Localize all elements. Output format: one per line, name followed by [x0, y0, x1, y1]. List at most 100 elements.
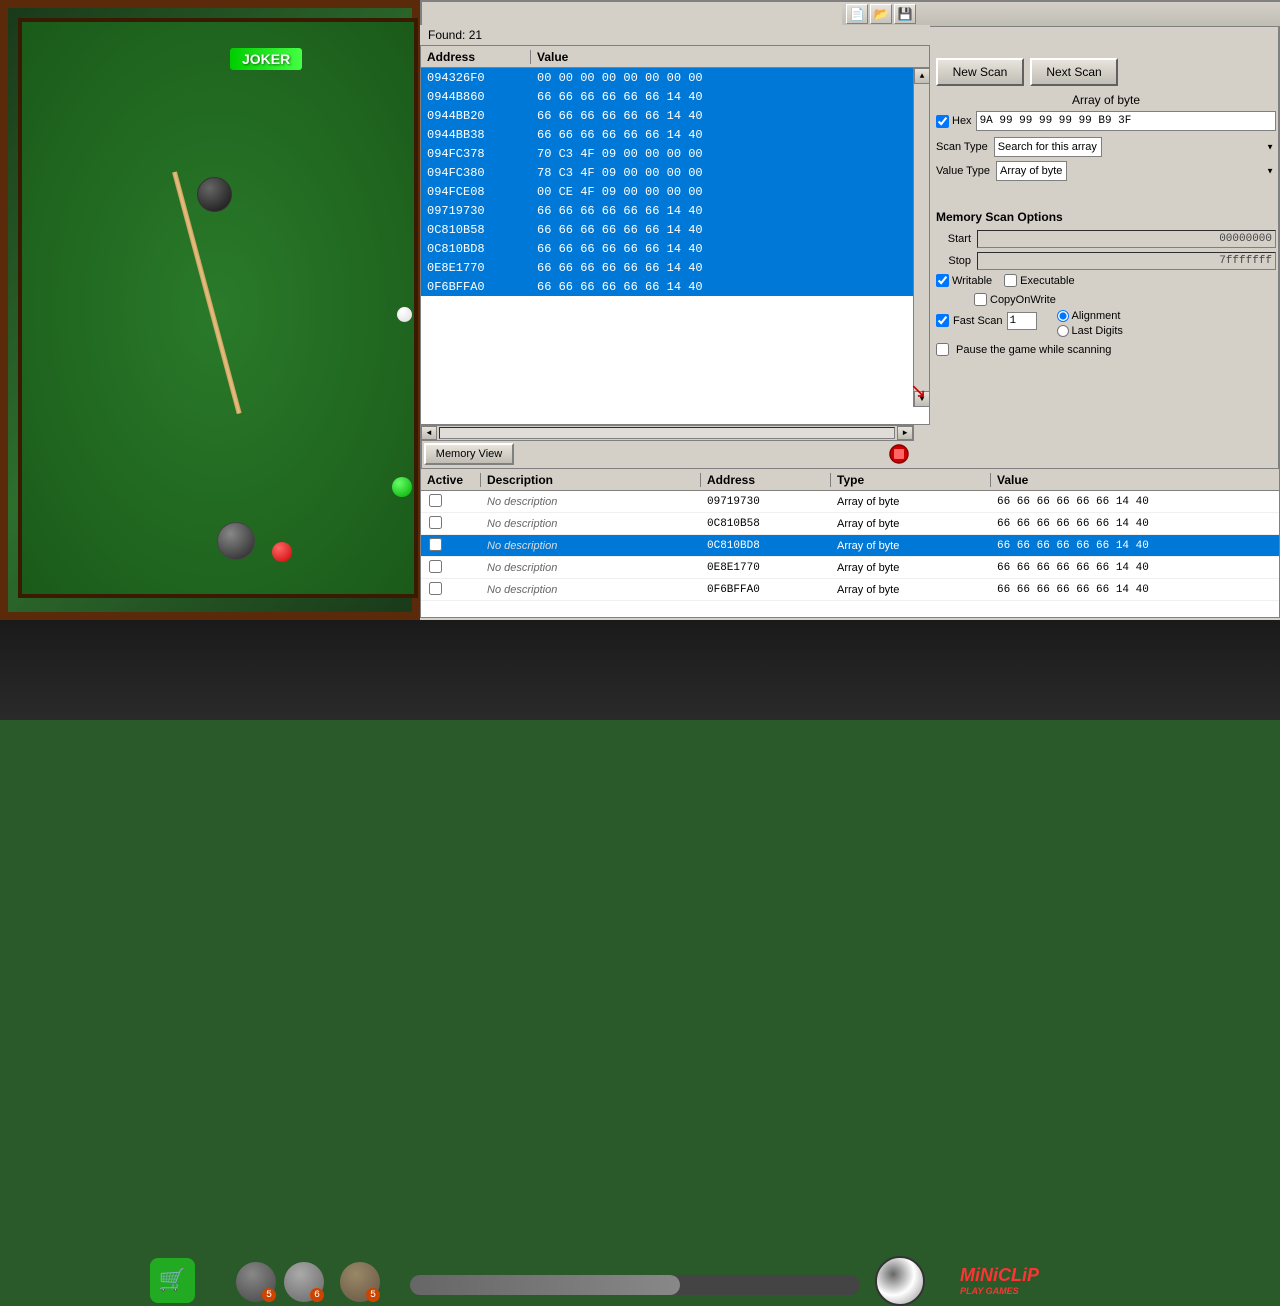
- hex-row: Hex: [936, 111, 1276, 131]
- cell-value: 66 66 66 66 66 66 14 40: [531, 261, 929, 275]
- table-header: Address Value: [421, 46, 929, 68]
- memory-view-button[interactable]: Memory View: [424, 443, 514, 465]
- miniclip-text: MiNiCLiP: [960, 1265, 1039, 1285]
- cell-address: 0944BB38: [421, 128, 531, 142]
- rc-description: No description: [481, 518, 701, 530]
- cell-value: 70 C3 4F 09 00 00 00 00: [531, 147, 929, 161]
- scroll-right-btn[interactable]: ►: [897, 426, 913, 440]
- col-header-address: Address: [421, 50, 531, 64]
- result-row[interactable]: No description 0F6BFFA0 Array of byte 66…: [421, 579, 1279, 601]
- black-ball-2: [217, 522, 255, 560]
- result-row[interactable]: No description 09719730 Array of byte 66…: [421, 491, 1279, 513]
- horiz-scrollbar[interactable]: ◄ ►: [420, 425, 914, 441]
- cell-address: 094FC378: [421, 147, 531, 161]
- table-row[interactable]: 0944BB3866 66 66 66 66 66 14 40: [421, 125, 929, 144]
- tool-count-1: 5: [262, 1288, 276, 1302]
- rc-active: [421, 582, 481, 598]
- cart-icon[interactable]: 🛒: [150, 1258, 195, 1303]
- table-row[interactable]: 094FC38078 C3 4F 09 00 00 00 00: [421, 163, 929, 182]
- result-active-checkbox[interactable]: [429, 582, 442, 595]
- stop-icon[interactable]: [888, 443, 910, 465]
- executable-wrap: Executable: [1004, 274, 1074, 287]
- game-bottom-bar: 🛒 5 6 5 MiNiCLiP PLAY GAMES: [0, 620, 1280, 720]
- table-row[interactable]: 0E8E177066 66 66 66 66 66 14 40: [421, 258, 929, 277]
- table-row[interactable]: 094FC37870 C3 4F 09 00 00 00 00: [421, 144, 929, 163]
- array-byte-section: Array of byte Hex Scan Type Search for t…: [936, 93, 1276, 189]
- copy-on-write-checkbox[interactable]: [974, 293, 987, 306]
- found-bar: Found: 21: [420, 25, 930, 45]
- fast-scan-checkbox[interactable]: [936, 314, 949, 327]
- rc-active: [421, 538, 481, 554]
- fast-scan-input[interactable]: [1007, 312, 1037, 330]
- new-file-btn[interactable]: 📄: [846, 4, 868, 24]
- checkboxes-row: Writable Executable: [936, 274, 1276, 287]
- rc-address: 0C810B58: [701, 518, 831, 530]
- hex-input[interactable]: [976, 111, 1276, 131]
- alignment-label: Alignment: [1072, 310, 1121, 322]
- scroll-thumb[interactable]: [439, 427, 895, 439]
- rc-value: 66 66 66 66 66 66 14 40: [991, 496, 1279, 508]
- writable-checkbox[interactable]: [936, 274, 949, 287]
- tool-icon-3[interactable]: 5: [340, 1262, 380, 1302]
- rc-address: 0F6BFFA0: [701, 584, 831, 596]
- hex-label: Hex: [952, 115, 972, 127]
- copy-on-write-label: CopyOnWrite: [990, 294, 1056, 306]
- result-row[interactable]: No description 0C810BD8 Array of byte 66…: [421, 535, 1279, 557]
- table-row[interactable]: 0F6BFFA066 66 66 66 66 66 14 40: [421, 277, 929, 296]
- rc-description: No description: [481, 562, 701, 574]
- cell-value: 66 66 66 66 66 66 14 40: [531, 280, 929, 294]
- table-row[interactable]: 094326F000 00 00 00 00 00 00 00: [421, 68, 929, 87]
- mem-scan-title: Memory Scan Options: [936, 210, 1276, 224]
- alignment-wrap: Alignment: [1057, 310, 1123, 322]
- writable-wrap: Writable: [936, 274, 992, 287]
- hex-checkbox[interactable]: [936, 115, 949, 128]
- pause-checkbox[interactable]: [936, 343, 949, 356]
- rc-address: 09719730: [701, 496, 831, 508]
- start-input[interactable]: [977, 230, 1276, 248]
- tool-icon-2[interactable]: 6: [284, 1262, 324, 1302]
- result-row[interactable]: No description 0E8E1770 Array of byte 66…: [421, 557, 1279, 579]
- open-file-btn[interactable]: 📂: [870, 4, 892, 24]
- cell-value: 00 CE 4F 09 00 00 00 00: [531, 185, 929, 199]
- next-scan-button[interactable]: Next Scan: [1030, 58, 1118, 86]
- table-row[interactable]: 0971973066 66 66 66 66 66 14 40: [421, 201, 929, 220]
- alignment-radio[interactable]: [1057, 310, 1069, 322]
- table-row[interactable]: 0C810B5866 66 66 66 66 66 14 40: [421, 220, 929, 239]
- last-digits-label: Last Digits: [1072, 325, 1123, 337]
- scan-type-dropdown[interactable]: Search for this array: [994, 137, 1102, 157]
- result-active-checkbox[interactable]: [429, 494, 442, 507]
- result-active-checkbox[interactable]: [429, 538, 442, 551]
- scroll-left-btn[interactable]: ◄: [421, 426, 437, 440]
- rc-active: [421, 560, 481, 576]
- table-row[interactable]: 0944BB2066 66 66 66 66 66 14 40: [421, 106, 929, 125]
- executable-checkbox[interactable]: [1004, 274, 1017, 287]
- tool-icon-1[interactable]: 5: [236, 1262, 276, 1302]
- results-body[interactable]: No description 09719730 Array of byte 66…: [421, 491, 1279, 601]
- toolbar: 📄 📂 💾: [842, 2, 1280, 27]
- cell-value: 66 66 66 66 66 66 14 40: [531, 204, 929, 218]
- rc-address: 0E8E1770: [701, 562, 831, 574]
- table-row[interactable]: 094FCE0800 CE 4F 09 00 00 00 00: [421, 182, 929, 201]
- value-type-dropdown[interactable]: Array of byte: [996, 161, 1067, 181]
- cell-value: 78 C3 4F 09 00 00 00 00: [531, 166, 929, 180]
- table-row[interactable]: 0C810BD866 66 66 66 66 66 14 40: [421, 239, 929, 258]
- cell-value: 00 00 00 00 00 00 00 00: [531, 71, 929, 85]
- result-row[interactable]: No description 0C810B58 Array of byte 66…: [421, 513, 1279, 535]
- result-active-checkbox[interactable]: [429, 560, 442, 573]
- start-row: Start: [936, 230, 1276, 248]
- results-col-value: Value: [991, 473, 1279, 487]
- miniclip-logo: MiNiCLiP PLAY GAMES: [960, 1265, 1039, 1296]
- executable-label: Executable: [1020, 275, 1074, 287]
- result-active-checkbox[interactable]: [429, 516, 442, 529]
- save-btn[interactable]: 💾: [894, 4, 916, 24]
- table-row[interactable]: 0944B86066 66 66 66 66 66 14 40: [421, 87, 929, 106]
- stop-input[interactable]: [977, 252, 1276, 270]
- new-scan-button[interactable]: New Scan: [936, 58, 1024, 86]
- radios-column: Alignment Last Digits: [1057, 310, 1123, 337]
- last-digits-radio[interactable]: [1057, 325, 1069, 337]
- table-body[interactable]: 094326F000 00 00 00 00 00 00 000944B8606…: [421, 68, 929, 296]
- rc-type: Array of byte: [831, 540, 991, 552]
- scroll-up-btn[interactable]: ▲: [914, 68, 930, 84]
- table-scrollbar[interactable]: ▲ ▼: [913, 68, 929, 407]
- red-ball: [272, 542, 292, 562]
